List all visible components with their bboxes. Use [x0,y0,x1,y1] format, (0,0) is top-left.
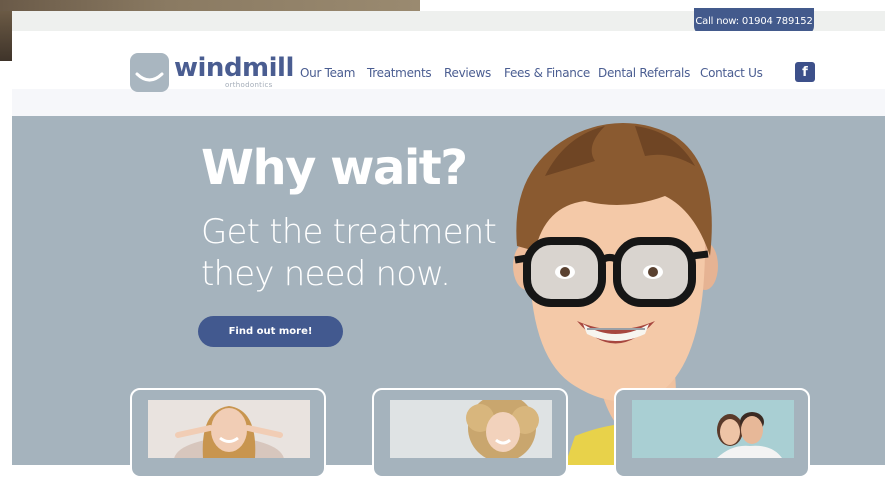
nav-our-team[interactable]: Our Team [300,65,355,81]
header-underband [12,89,885,116]
smile-logo-icon[interactable] [130,53,169,92]
nav-dental-referrals[interactable]: Dental Referrals [598,65,690,81]
nav-contact-us[interactable]: Contact Us [700,65,763,81]
nav-treatments[interactable]: Treatments [367,65,432,81]
card-photo-woman-smiling [148,400,310,458]
nav-reviews[interactable]: Reviews [444,65,491,81]
find-out-more-button[interactable]: Find out more! [198,316,343,347]
card-photo-curly-girl [390,400,552,458]
card-photo-couple [632,400,794,458]
logo-subtitle: orthodontics [225,81,273,89]
hero-subtitle: Get the treatment they need now. [201,211,521,295]
hero-title: Why wait? [201,140,468,196]
background-photo-edge [0,11,12,61]
nav-fees-finance[interactable]: Fees & Finance [504,65,590,81]
background-photo-strip [0,0,420,11]
facebook-icon[interactable]: f [795,62,815,82]
hero-subtitle-line-2: they need now. [201,254,451,294]
hero-subtitle-line-1: Get the treatment [201,212,497,252]
logo-wordmark[interactable]: windmill [174,53,294,83]
